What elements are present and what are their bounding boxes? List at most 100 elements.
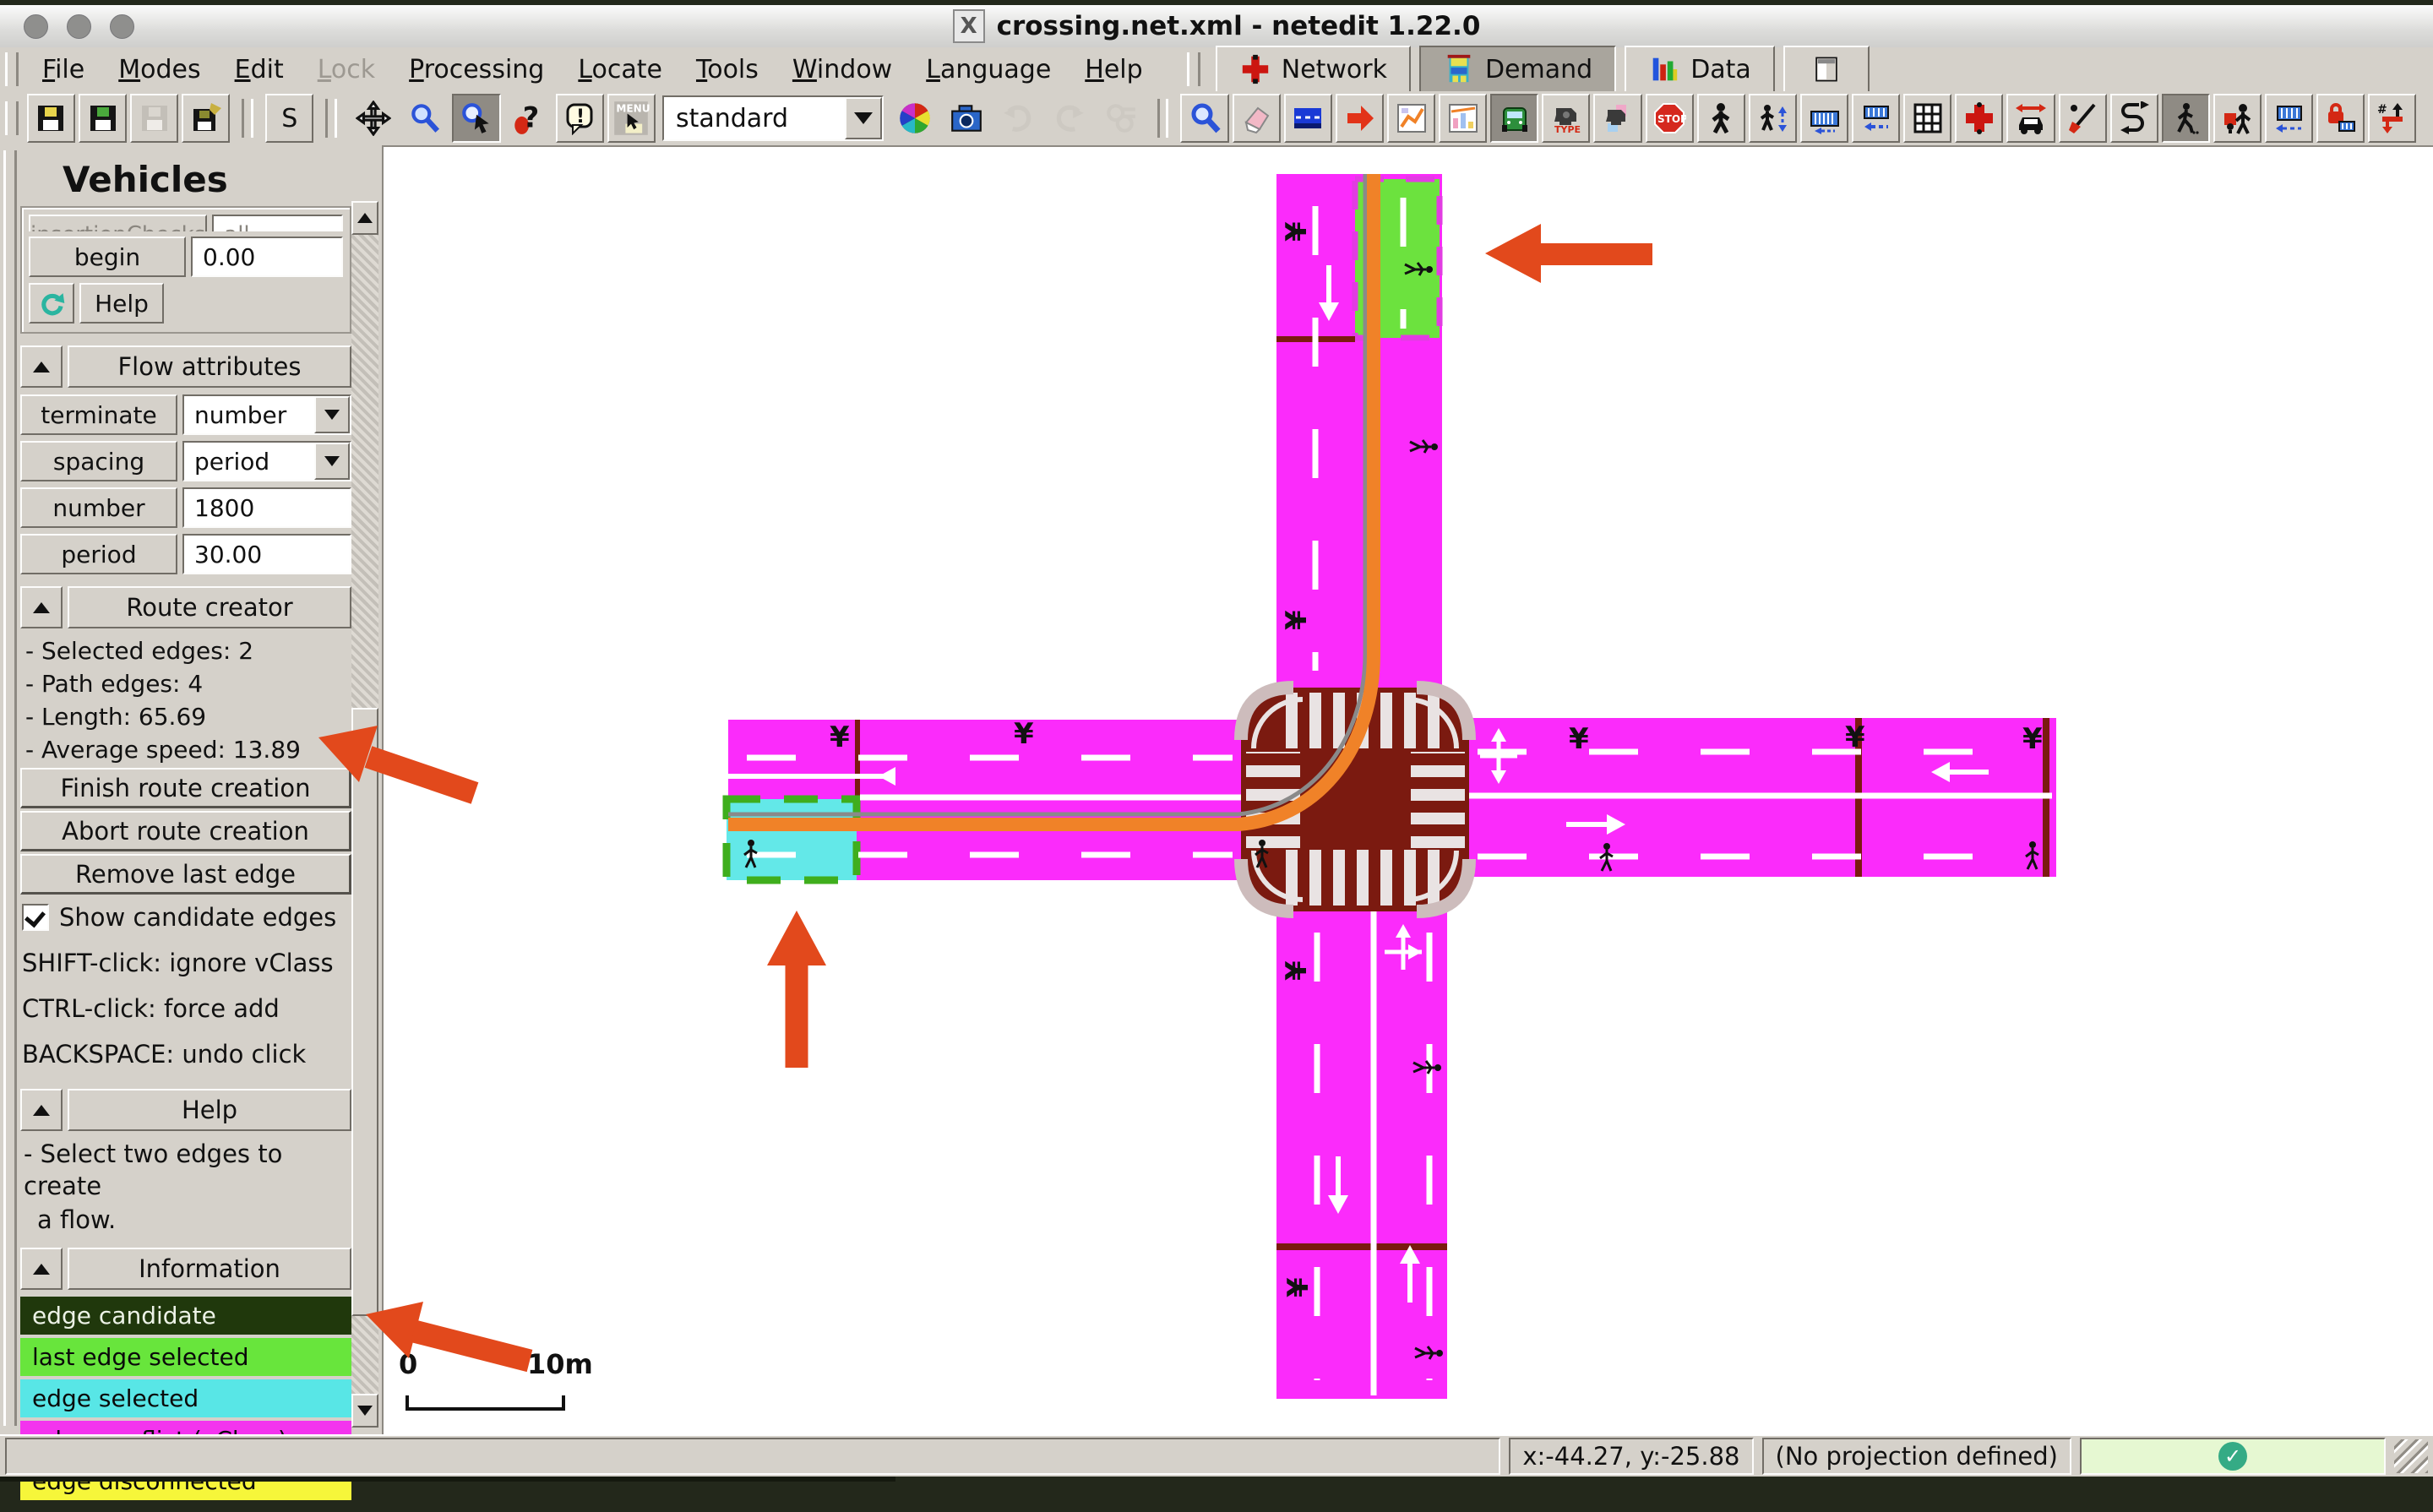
abort-route-creation-button[interactable]: Abort route creation bbox=[20, 811, 351, 851]
vehicle-mode-button[interactable] bbox=[1490, 94, 1538, 143]
collapse-route-creator-button[interactable] bbox=[20, 586, 63, 628]
show-candidate-edges-row[interactable]: Show candidate edges bbox=[22, 903, 351, 932]
stop-mode-button[interactable]: STOP bbox=[1646, 94, 1694, 143]
menu-cursor-button[interactable]: MENU bbox=[607, 94, 656, 143]
route-creator-header[interactable]: Route creator bbox=[68, 586, 351, 628]
average-speed-info: - Average speed: 13.89 bbox=[25, 734, 351, 765]
menu-file[interactable]: File bbox=[25, 52, 101, 88]
grid-button[interactable] bbox=[1903, 94, 1951, 143]
scroll-up-button[interactable] bbox=[351, 201, 378, 235]
delete-mode-button[interactable] bbox=[1233, 94, 1281, 143]
save-demand-button[interactable] bbox=[79, 94, 127, 143]
type-distribution-mode-button[interactable] bbox=[1593, 94, 1641, 143]
s-button[interactable]: S bbox=[265, 94, 313, 143]
save-network-button[interactable] bbox=[27, 94, 75, 143]
inspect-pointer-button[interactable] bbox=[452, 94, 500, 143]
select-mode-button[interactable] bbox=[1284, 94, 1332, 143]
menu-locate[interactable]: Locate bbox=[561, 52, 679, 88]
edge-selected[interactable] bbox=[727, 799, 857, 880]
locate-help-button[interactable]: ? bbox=[504, 94, 552, 143]
reset-attributes-button[interactable] bbox=[29, 283, 74, 324]
view-preset-combo[interactable]: standard bbox=[662, 95, 884, 141]
container-plan-mode-button[interactable] bbox=[1852, 94, 1900, 143]
resize-grip[interactable] bbox=[2394, 1439, 2428, 1473]
save-demand-icon bbox=[86, 101, 120, 135]
lock-container-button[interactable] bbox=[2316, 94, 2365, 143]
help-header[interactable]: Help bbox=[68, 1089, 351, 1131]
route-mode-icon bbox=[1395, 101, 1429, 135]
toolbar-grip[interactable] bbox=[1187, 52, 1200, 86]
container-arrow-button[interactable] bbox=[2265, 94, 2313, 143]
collapse-flow-attributes-button[interactable] bbox=[20, 345, 63, 388]
persons-pair-button[interactable] bbox=[2213, 94, 2262, 143]
number-attribute-button[interactable]: number bbox=[20, 487, 177, 528]
draw-shape-button[interactable] bbox=[2059, 94, 2107, 143]
begin-attribute-button[interactable]: begin bbox=[29, 237, 186, 277]
route-mode-button[interactable] bbox=[1387, 94, 1435, 143]
color-wheel-button[interactable] bbox=[890, 94, 939, 143]
combo-dropdown-button[interactable] bbox=[845, 97, 882, 139]
finish-route-creation-button[interactable]: Finish route creation bbox=[20, 768, 351, 808]
move-mode-button[interactable] bbox=[1336, 94, 1384, 143]
period-field[interactable]: 30.00 bbox=[182, 534, 351, 574]
crossing-network-drawing: ¥ bbox=[384, 147, 2433, 1434]
scrollbar-thumb[interactable] bbox=[351, 708, 378, 1316]
toolbar-grip[interactable] bbox=[5, 101, 19, 135]
menu-modes[interactable]: Modes bbox=[101, 52, 217, 88]
walk-mode-button[interactable] bbox=[2162, 94, 2210, 143]
terminate-attribute-button[interactable]: terminate bbox=[20, 394, 177, 435]
tooltip-button[interactable]: ! bbox=[556, 94, 604, 143]
menu-edit[interactable]: Edit bbox=[218, 52, 301, 88]
network-view-canvas[interactable]: ¥ bbox=[384, 145, 2433, 1434]
combo-dropdown-button[interactable] bbox=[314, 396, 350, 433]
collapse-help-button[interactable] bbox=[20, 1089, 63, 1131]
zoom-button[interactable] bbox=[400, 94, 449, 143]
type-mode-button[interactable]: TYPE bbox=[1542, 94, 1590, 143]
menu-lock: Lock bbox=[301, 52, 392, 88]
inspect-mode-button[interactable] bbox=[1180, 94, 1228, 143]
toggle-frame-button[interactable] bbox=[1783, 46, 1870, 93]
period-attribute-button[interactable]: period bbox=[20, 534, 177, 574]
collapse-information-button[interactable] bbox=[20, 1248, 63, 1290]
menu-tools[interactable]: Tools bbox=[679, 52, 776, 88]
spacing-combo[interactable]: period bbox=[182, 441, 351, 481]
route-distribution-mode-button[interactable] bbox=[1439, 94, 1487, 143]
save-as-button[interactable] bbox=[182, 94, 230, 143]
information-header[interactable]: Information bbox=[68, 1248, 351, 1290]
insertionchecks-attribute-button[interactable]: insertionChecks bbox=[29, 215, 207, 231]
show-candidate-edges-label: Show candidate edges bbox=[59, 903, 336, 932]
redo-icon bbox=[1052, 101, 1087, 136]
supermode-demand-button[interactable]: Demand bbox=[1419, 46, 1616, 93]
scroll-down-button[interactable] bbox=[351, 1394, 378, 1428]
number-field[interactable]: 1800 bbox=[182, 487, 351, 528]
supermode-data-button[interactable]: Data bbox=[1625, 46, 1775, 93]
flow-attributes-header[interactable]: Flow attributes bbox=[68, 345, 351, 388]
window-frame-icon bbox=[1812, 55, 1841, 84]
menu-language[interactable]: Language bbox=[909, 52, 1068, 88]
spacing-attribute-button[interactable]: spacing bbox=[20, 441, 177, 481]
sidebar-scrollbar[interactable] bbox=[351, 201, 378, 1428]
panel-grip[interactable] bbox=[3, 150, 17, 1426]
reset-icon bbox=[37, 289, 66, 318]
container-mode-button[interactable] bbox=[1800, 94, 1848, 143]
menu-help[interactable]: Help bbox=[1068, 52, 1159, 88]
elevation-vehicle-button[interactable] bbox=[2006, 94, 2055, 143]
turn-route-button[interactable] bbox=[2110, 94, 2158, 143]
menu-processing[interactable]: Processing bbox=[392, 52, 561, 88]
person-mode-button[interactable] bbox=[1697, 94, 1745, 143]
toolbar-grip[interactable] bbox=[5, 52, 19, 86]
insertionchecks-field[interactable]: all bbox=[212, 215, 343, 231]
remove-last-edge-button[interactable]: Remove last edge bbox=[20, 854, 351, 895]
terminate-combo[interactable]: number bbox=[182, 394, 351, 435]
supermode-network-button[interactable]: Network bbox=[1216, 46, 1411, 93]
menu-window[interactable]: Window bbox=[776, 52, 909, 88]
junction-shape-button[interactable] bbox=[1955, 94, 2003, 143]
begin-field[interactable]: 0.00 bbox=[191, 237, 343, 277]
combo-dropdown-button[interactable] bbox=[314, 443, 350, 480]
person-plan-mode-button[interactable] bbox=[1749, 94, 1797, 143]
move-view-button[interactable] bbox=[349, 94, 397, 143]
attribute-help-button[interactable]: Help bbox=[79, 283, 164, 324]
screenshot-camera-button[interactable] bbox=[942, 94, 990, 143]
show-candidate-edges-checkbox[interactable] bbox=[22, 904, 49, 931]
number-arrows-button[interactable]: # bbox=[2368, 94, 2416, 143]
